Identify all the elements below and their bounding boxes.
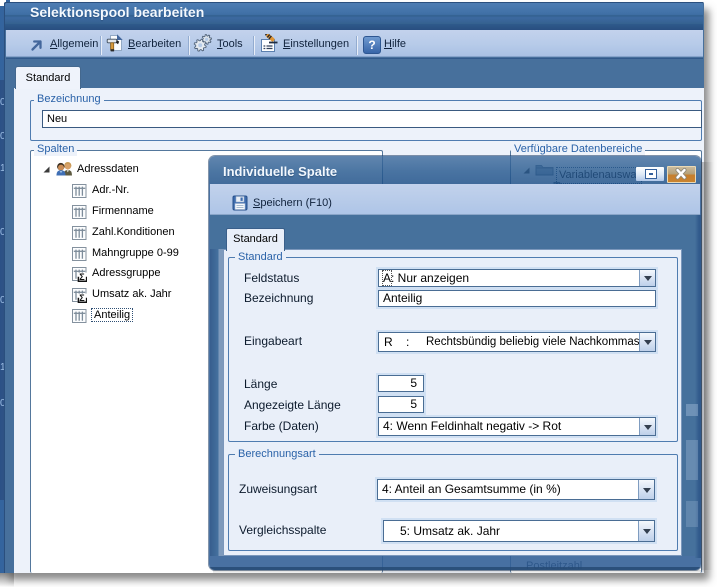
- svg-text:Σ: Σ: [79, 293, 85, 303]
- svg-text:Σ: Σ: [79, 272, 85, 282]
